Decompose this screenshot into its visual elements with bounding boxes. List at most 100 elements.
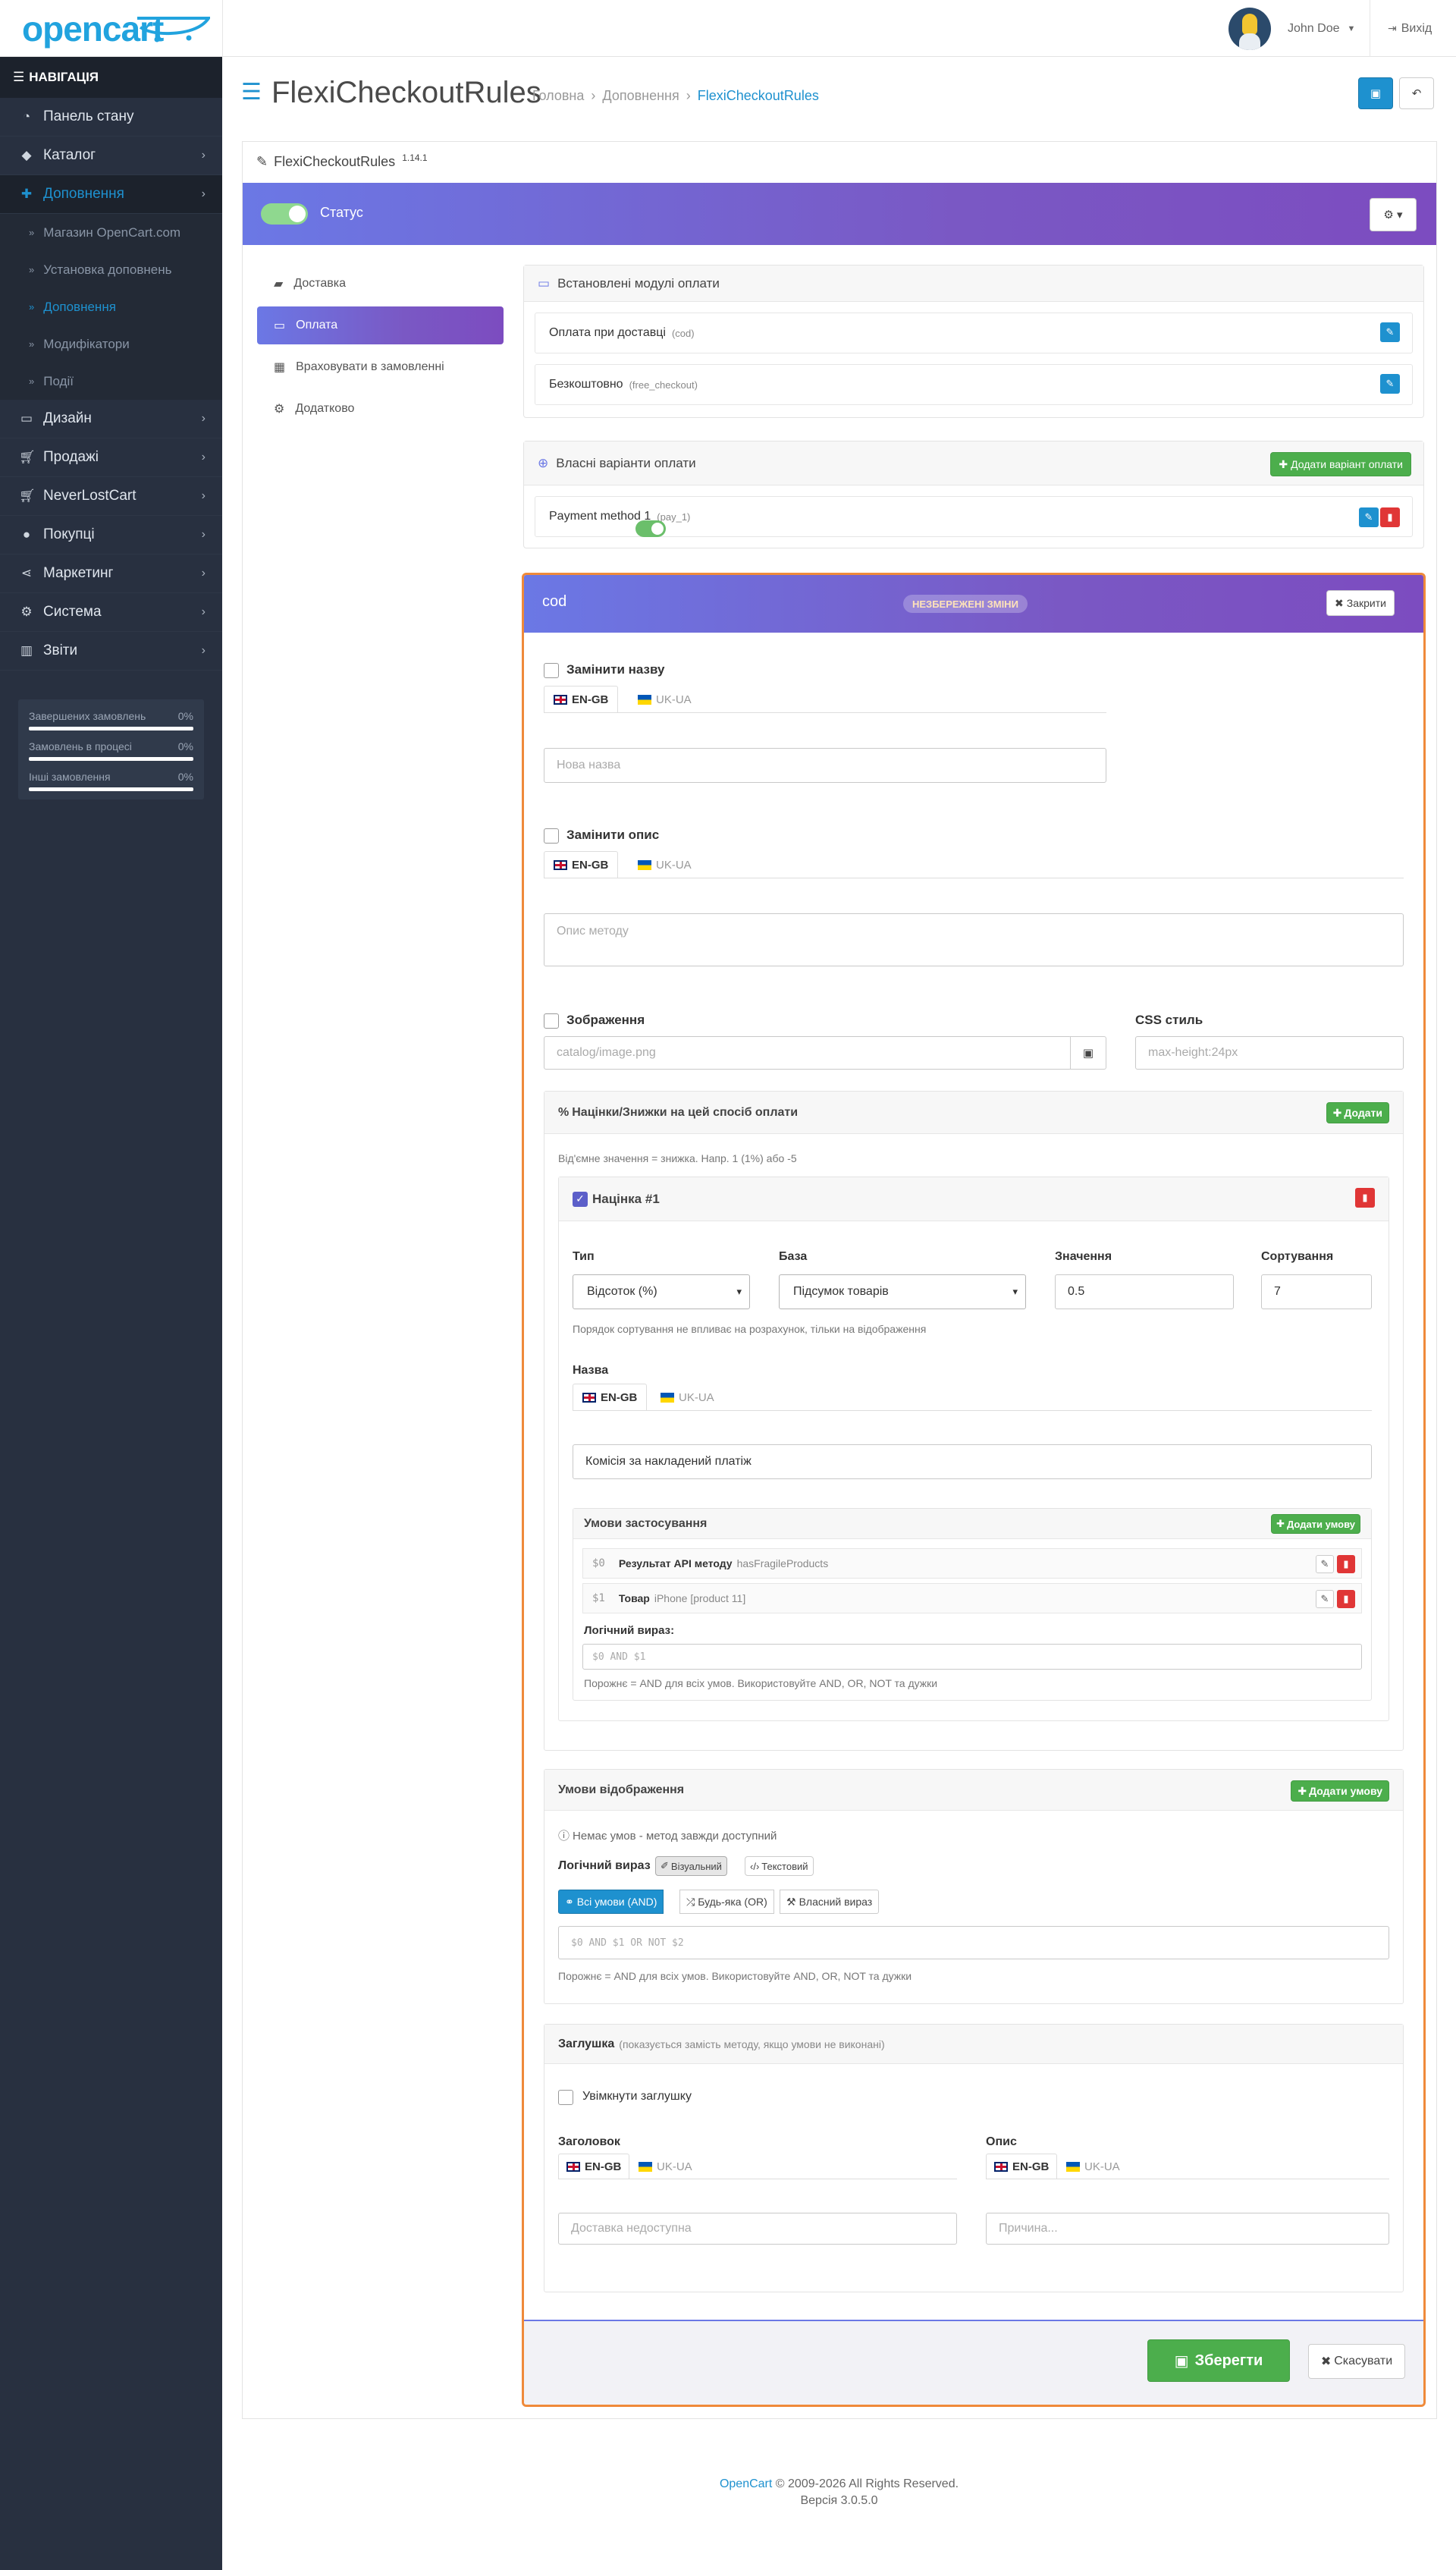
sidebar-item-dashboard[interactable]: ◔ Панель стану [0,98,222,137]
stub-heading-input[interactable]: Доставка недоступна [558,2213,957,2245]
random-icon: ⤮ [686,1895,695,1908]
trash-icon: ▮ [1343,1558,1349,1569]
sidebar-item-sales[interactable]: 🛒︎ Продажі › [0,438,222,477]
link-icon: ⚭ [565,1895,574,1908]
condition-row: $0 Результат API методу hasFragileProducts… [582,1548,1362,1579]
edit-button[interactable]: ✎ [1380,374,1400,394]
settings-dropdown-button[interactable]: ⚙ ▾ [1370,198,1417,231]
status-toggle[interactable] [261,203,308,225]
edit-button[interactable]: ✎ [1380,322,1400,342]
edit-button[interactable]: ✎ [1359,507,1379,527]
css-style-input[interactable]: max-height:24px [1135,1036,1404,1070]
image-browse-button[interactable]: ▣ [1070,1036,1106,1070]
close-icon: ✖ [1335,596,1344,609]
add-payment-option-button[interactable]: ✚ Додати варіант оплати [1270,452,1411,476]
sidebar-item-system[interactable]: ⚙ Система › [0,593,222,632]
base-select[interactable]: Підсумок товарів [779,1274,1026,1309]
display-expression-input[interactable]: $0 AND $1 OR NOT $2 [558,1926,1389,1959]
delete-condition-button[interactable]: ▮ [1337,1590,1355,1608]
payment-enable-toggle[interactable] [635,520,667,537]
sidebar-item-neverlostcart[interactable]: 🛒︎ NeverLostCart › [0,477,222,516]
mode-text-button[interactable]: ‹/› Текстовий [745,1856,814,1876]
sub-item-events[interactable]: » Події [0,363,222,400]
unsaved-badge: НЕЗБЕРЕЖЕНІ ЗМІНИ [903,595,1028,613]
tab-shipping[interactable]: ▰ Доставка [257,265,504,303]
edit-condition-button[interactable]: ✎ [1316,1590,1334,1608]
type-select[interactable]: Відсоток (%) [573,1274,750,1309]
enable-stub-checkbox[interactable] [558,2090,573,2105]
sidebar-item-design[interactable]: ▭ Дизайн › [0,400,222,438]
sub-item-extensions[interactable]: » Доповнення [0,288,222,325]
flag-gb-icon [582,1392,596,1403]
custom-expression-button[interactable]: ⚒ Власний вираз [780,1890,880,1914]
sub-item-modifications[interactable]: » Модифікатори [0,325,222,363]
checked-icon[interactable]: ✓ [573,1191,588,1207]
tab-totals[interactable]: ▦ Враховувати в замовленні [257,348,504,386]
add-display-condition-button[interactable]: ✚ Додати умову [1291,1780,1389,1802]
new-name-input[interactable]: Нова назва [544,748,1106,783]
tab-additional[interactable]: ⚙ Додатково [257,390,504,428]
truck-icon: ▰ [274,278,284,291]
sidebar: ☰ НАВІГАЦІЯ ◔ Панель стану ◆ Каталог › ✚ Допо… [0,57,222,2570]
tab-lang-en[interactable]: EN-GB [558,2154,630,2179]
fee-value-input[interactable]: 0.5 [1055,1274,1234,1309]
tab-lang-ua[interactable]: UK-UA [1059,2154,1128,2179]
custom-payments-panel: ⊕ Власні варіанти оплати ✚ Додати варіант … [523,441,1424,548]
sub-item-marketplace[interactable]: » Магазин OpenCart.com [0,214,222,251]
logic-expression-input[interactable]: $0 AND $1 [582,1644,1362,1670]
close-button[interactable]: ✖ Закрити [1326,590,1395,616]
sidebar-item-catalog[interactable]: ◆ Каталог › [0,137,222,175]
flag-gb-icon [994,2161,1008,2172]
save-changes-button[interactable]: ▣ Зберегти [1147,2339,1290,2382]
credit-card-icon: ▭ [538,275,551,291]
breadcrumb-extensions[interactable]: Доповнення [602,88,679,103]
tab-lang-ua[interactable]: UK-UA [629,851,701,878]
add-condition-button[interactable]: ✚ Додати умову [1271,1514,1360,1534]
sidebar-item-marketing[interactable]: ⋖ Маркетинг › [0,555,222,593]
mode-visual-button[interactable]: ✐ Візуальний [655,1856,727,1876]
extensions-submenu: » Магазин OpenCart.com » Установка доповне… [0,214,222,400]
breadcrumb-home[interactable]: Головна [532,88,584,103]
tab-lang-ua[interactable]: UK-UA [629,686,701,713]
all-conditions-and-button[interactable]: ⚭ Всі умови (AND) [558,1890,664,1914]
sort-order-input[interactable]: 7 [1261,1274,1372,1309]
pencil-icon: ✎ [1385,378,1395,389]
back-button[interactable]: ↶ [1399,77,1434,109]
delete-condition-button[interactable]: ▮ [1337,1555,1355,1573]
list-item: Payment method 1 (pay_1) ✎ ▮ [535,496,1413,537]
add-fee-button[interactable]: ✚ Додати [1326,1102,1389,1123]
description-textarea[interactable]: Опис методу [544,913,1404,966]
desktop-icon: ▭ [20,411,33,426]
delete-fee-button[interactable]: ▮ [1355,1188,1375,1208]
enable-stub-label: Увімкнути заглушку [582,2090,692,2103]
display-hint: Порожнє = AND для всіх умов. Використову… [558,1970,912,1982]
sidebar-item-customers[interactable]: ● Покупці › [0,516,222,555]
delete-button[interactable]: ▮ [1380,507,1400,527]
sidebar-item-reports[interactable]: ▥ Звіти › [0,632,222,671]
user-menu[interactable]: John Doe ▼ [1228,0,1355,57]
edit-condition-button[interactable]: ✎ [1316,1555,1334,1573]
tab-payment[interactable]: ▭ Оплата [257,306,504,344]
opencart-logo[interactable]: opencart [22,11,210,47]
tab-lang-ua[interactable]: UK-UA [631,2154,700,2179]
replace-desc-checkbox[interactable] [544,828,559,844]
image-checkbox[interactable] [544,1013,559,1029]
tab-lang-en[interactable]: EN-GB [573,1384,648,1411]
tab-lang-en[interactable]: EN-GB [986,2154,1058,2179]
tab-lang-en[interactable]: EN-GB [544,686,619,713]
cancel-button[interactable]: ✖ Скасувати [1308,2344,1405,2379]
editor-title: cod [542,593,567,610]
fee-name-input[interactable]: Комісія за накладений платіж [573,1444,1372,1479]
any-or-button[interactable]: ⤮ Будь-яка (OR) [679,1890,774,1914]
replace-name-checkbox[interactable] [544,663,559,678]
sidebar-item-extensions[interactable]: ✚ Доповнення › [0,175,222,214]
tab-lang-en[interactable]: EN-GB [544,851,619,878]
save-button[interactable]: ▣ [1358,77,1393,109]
image-path-input[interactable]: catalog/image.png [544,1036,1072,1070]
breadcrumb-current[interactable]: FlexiCheckoutRules [698,88,819,103]
sub-item-installer[interactable]: » Установка доповнень [0,251,222,288]
stub-desc-input[interactable]: Причина... [986,2213,1389,2245]
tab-lang-ua[interactable]: UK-UA [651,1384,723,1411]
opencart-link[interactable]: OpenCart [720,2477,772,2490]
logout-link[interactable]: ⇥ Вихід [1388,0,1432,57]
